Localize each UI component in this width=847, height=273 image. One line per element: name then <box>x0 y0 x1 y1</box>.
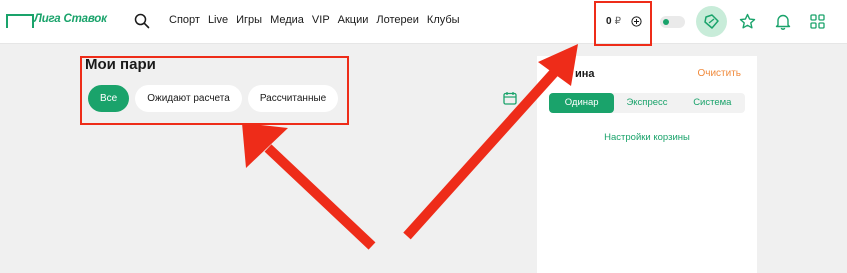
annotation-arrows <box>242 44 578 250</box>
arrow-to-balance <box>403 44 578 240</box>
arrow-to-my-bets <box>242 123 376 250</box>
